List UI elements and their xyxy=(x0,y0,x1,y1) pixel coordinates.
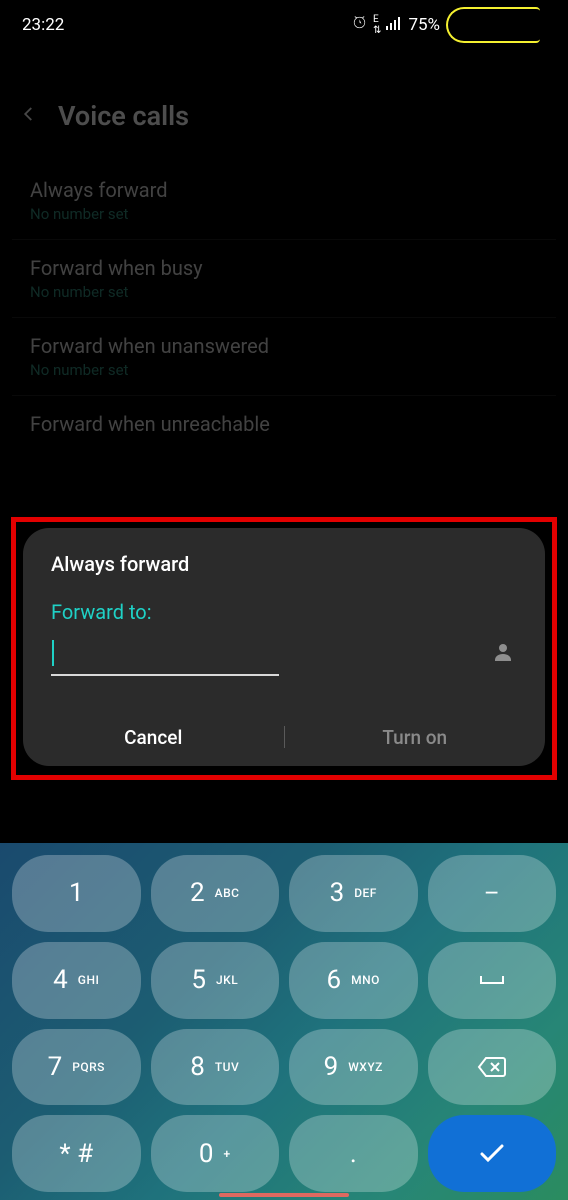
dial-keypad: 1 2 ABC 3 DEF – 4 GHI 5 JKL 6 MNO 7 PQRS 8 TUV 9 WXYZ * # 0… xyxy=(0,843,568,1200)
dial-key-8[interactable]: 8 TUV xyxy=(151,1029,280,1106)
dial-key-9[interactable]: 9 WXYZ xyxy=(289,1029,418,1106)
back-icon[interactable] xyxy=(20,105,38,127)
key-digit: – xyxy=(484,879,500,907)
dial-key-0[interactable]: 0+ xyxy=(151,1115,280,1192)
setting-subtitle: No number set xyxy=(30,361,538,379)
backspace-key[interactable] xyxy=(428,1029,557,1106)
key-letters: + xyxy=(223,1147,230,1161)
key-digit: 5 xyxy=(191,965,206,995)
key-letters: TUV xyxy=(215,1060,239,1074)
clock-time: 23:22 xyxy=(22,15,64,35)
turn-on-button[interactable]: Turn on xyxy=(285,714,546,761)
setting-subtitle: No number set xyxy=(30,205,538,223)
setting-title: Always forward xyxy=(30,178,538,202)
alarm-icon xyxy=(352,15,367,35)
forward-dialog: Always forward Forward to: Cancel Turn o… xyxy=(23,528,545,766)
cancel-button[interactable]: Cancel xyxy=(23,714,284,761)
dial-key-sym[interactable]: . xyxy=(289,1115,418,1192)
key-digit: 0 xyxy=(199,1139,214,1169)
data-icon: E⇅ xyxy=(373,14,380,36)
dial-key-4[interactable]: 4 GHI xyxy=(12,942,141,1019)
key-digit: 7 xyxy=(48,1052,63,1082)
key-letters: DEF xyxy=(354,886,377,900)
key-letters: WXYZ xyxy=(348,1060,383,1074)
dial-key-3[interactable]: 3 DEF xyxy=(289,855,418,932)
key-digit: 2 xyxy=(190,878,205,908)
key-digit: 6 xyxy=(327,965,342,995)
nav-handle[interactable] xyxy=(219,1193,349,1197)
key-letters: PQRS xyxy=(72,1060,105,1074)
key-letters: ABC xyxy=(215,886,240,900)
setting-always-forward[interactable]: Always forward No number set xyxy=(12,162,556,240)
space-key[interactable] xyxy=(428,942,557,1019)
forward-number-input[interactable] xyxy=(51,632,279,676)
setting-forward-unanswered[interactable]: Forward when unanswered No number set xyxy=(12,318,556,396)
key-digit: 3 xyxy=(330,878,345,908)
setting-title: Forward when unreachable xyxy=(30,412,538,436)
setting-title: Forward when unanswered xyxy=(30,334,538,358)
contact-picker-button[interactable] xyxy=(481,640,525,668)
settings-list: Always forward No number set Forward whe… xyxy=(0,162,568,452)
dialog-label: Forward to: xyxy=(23,600,545,632)
dialog-title: Always forward xyxy=(23,552,545,600)
dial-key-6[interactable]: 6 MNO xyxy=(289,942,418,1019)
dial-key-sym[interactable]: * # xyxy=(12,1115,141,1192)
setting-title: Forward when busy xyxy=(30,256,538,280)
setting-subtitle: No number set xyxy=(30,283,538,301)
setting-forward-busy[interactable]: Forward when busy No number set xyxy=(12,240,556,318)
key-letters: GHI xyxy=(78,973,100,987)
key-digit: 1 xyxy=(69,878,84,908)
done-key[interactable] xyxy=(428,1115,557,1192)
key-digit: 9 xyxy=(324,1052,339,1082)
dial-key-2[interactable]: 2 ABC xyxy=(151,855,280,932)
dial-key-sym[interactable]: – xyxy=(428,855,557,932)
key-digit: * # xyxy=(59,1139,93,1169)
dial-key-7[interactable]: 7 PQRS xyxy=(12,1029,141,1106)
page-header: Voice calls xyxy=(0,50,568,162)
key-digit: 8 xyxy=(190,1052,205,1082)
status-right: E⇅ 75% xyxy=(352,7,540,43)
key-letters: JKL xyxy=(216,973,238,987)
page-title: Voice calls xyxy=(58,100,189,132)
battery-percent: 75% xyxy=(408,15,440,35)
signal-icon xyxy=(386,15,402,35)
dial-key-5[interactable]: 5 JKL xyxy=(151,942,280,1019)
key-letters: MNO xyxy=(351,973,380,987)
status-bar: 23:22 E⇅ 75% xyxy=(0,0,568,50)
setting-forward-unreachable[interactable]: Forward when unreachable xyxy=(12,396,556,452)
dial-key-1[interactable]: 1 xyxy=(12,855,141,932)
key-digit: . xyxy=(350,1139,357,1169)
key-digit: 4 xyxy=(53,965,68,995)
battery-icon xyxy=(446,7,540,43)
dialog-highlight: Always forward Forward to: Cancel Turn o… xyxy=(11,517,557,780)
